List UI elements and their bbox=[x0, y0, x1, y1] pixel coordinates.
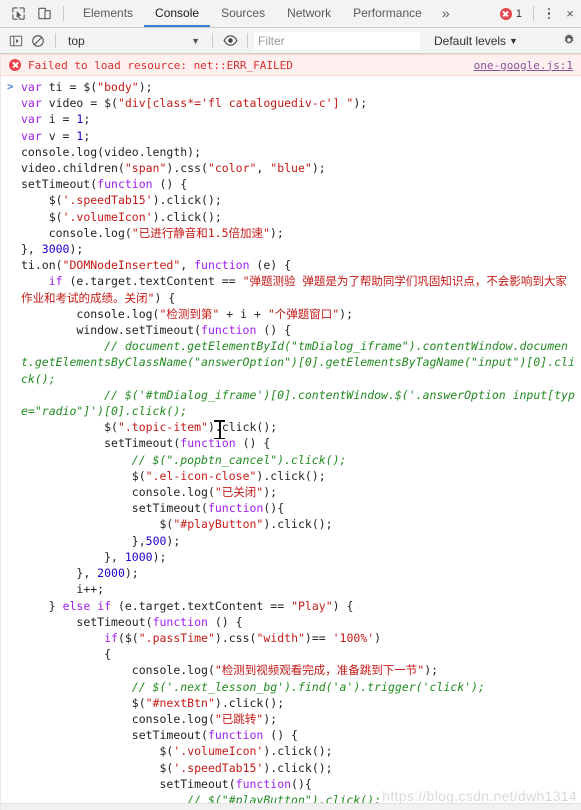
console-error-message[interactable]: Failed to load resource: net::ERR_FAILED… bbox=[1, 54, 581, 76]
log-levels-select[interactable]: Default levels ▼ bbox=[434, 34, 518, 48]
tab-console-label: Console bbox=[155, 5, 200, 20]
inspect-element-icon[interactable] bbox=[9, 5, 27, 23]
error-circle-icon bbox=[499, 7, 512, 20]
more-tabs-button[interactable]: » bbox=[433, 0, 459, 27]
console-prompt-entry[interactable]: > var ti = $("body"); var video = $("div… bbox=[1, 76, 581, 810]
error-count-label: 1 bbox=[515, 7, 522, 20]
tab-performance[interactable]: Performance bbox=[342, 0, 433, 27]
execution-context-value: top bbox=[68, 33, 85, 48]
tab-network[interactable]: Network bbox=[276, 0, 342, 27]
gear-icon[interactable] bbox=[559, 30, 579, 50]
chevron-down-icon: ▼ bbox=[191, 35, 200, 46]
log-levels-label: Default levels bbox=[434, 33, 507, 48]
error-circle-icon bbox=[9, 59, 21, 71]
tabbar-left-icons bbox=[0, 0, 53, 27]
error-message-text: Failed to load resource: net::ERR_FAILED bbox=[28, 58, 293, 72]
console-toolbar: top ▼ Default levels ▼ bbox=[0, 28, 581, 54]
tabbar-divider bbox=[63, 6, 64, 21]
tab-performance-label: Performance bbox=[353, 5, 422, 20]
console-bottom-edge bbox=[1, 803, 581, 810]
error-count-badge[interactable]: 1 bbox=[494, 7, 528, 20]
toolbar-divider-1 bbox=[55, 33, 56, 48]
tab-elements[interactable]: Elements bbox=[72, 0, 144, 27]
console-input-code[interactable]: var ti = $("body"); var video = $("div[c… bbox=[1, 79, 581, 810]
tab-sources-label: Sources bbox=[221, 5, 266, 20]
console-message-list[interactable]: Failed to load resource: net::ERR_FAILED… bbox=[0, 54, 581, 810]
tab-elements-label: Elements bbox=[83, 5, 134, 20]
execution-context-select[interactable]: top ▼ bbox=[62, 31, 206, 51]
filter-input[interactable] bbox=[254, 31, 420, 50]
toolbar-divider-3 bbox=[247, 33, 248, 48]
close-icon[interactable]: × bbox=[561, 4, 579, 24]
prompt-arrow-icon: > bbox=[7, 80, 14, 93]
tab-console[interactable]: Console bbox=[144, 0, 211, 27]
tabbar-right-divider bbox=[533, 6, 534, 21]
clear-console-icon[interactable] bbox=[27, 31, 49, 51]
kebab-menu-icon[interactable] bbox=[539, 4, 559, 24]
device-toolbar-icon[interactable] bbox=[35, 5, 53, 23]
tab-network-label: Network bbox=[287, 5, 332, 20]
tab-sources[interactable]: Sources bbox=[210, 0, 276, 27]
error-source-link[interactable]: one-google.js:1 bbox=[474, 59, 573, 72]
toolbar-divider-2 bbox=[212, 33, 213, 48]
devtools-window: Elements Console Sources Network Perform… bbox=[0, 0, 581, 810]
devtools-tabs: Elements Console Sources Network Perform… bbox=[72, 0, 494, 27]
live-expression-icon[interactable] bbox=[219, 31, 241, 51]
chevron-down-icon: ▼ bbox=[509, 35, 518, 46]
tabbar-right-controls: 1 × bbox=[494, 0, 581, 27]
devtools-tabbar: Elements Console Sources Network Perform… bbox=[0, 0, 581, 28]
console-sidebar-icon[interactable] bbox=[5, 31, 27, 51]
